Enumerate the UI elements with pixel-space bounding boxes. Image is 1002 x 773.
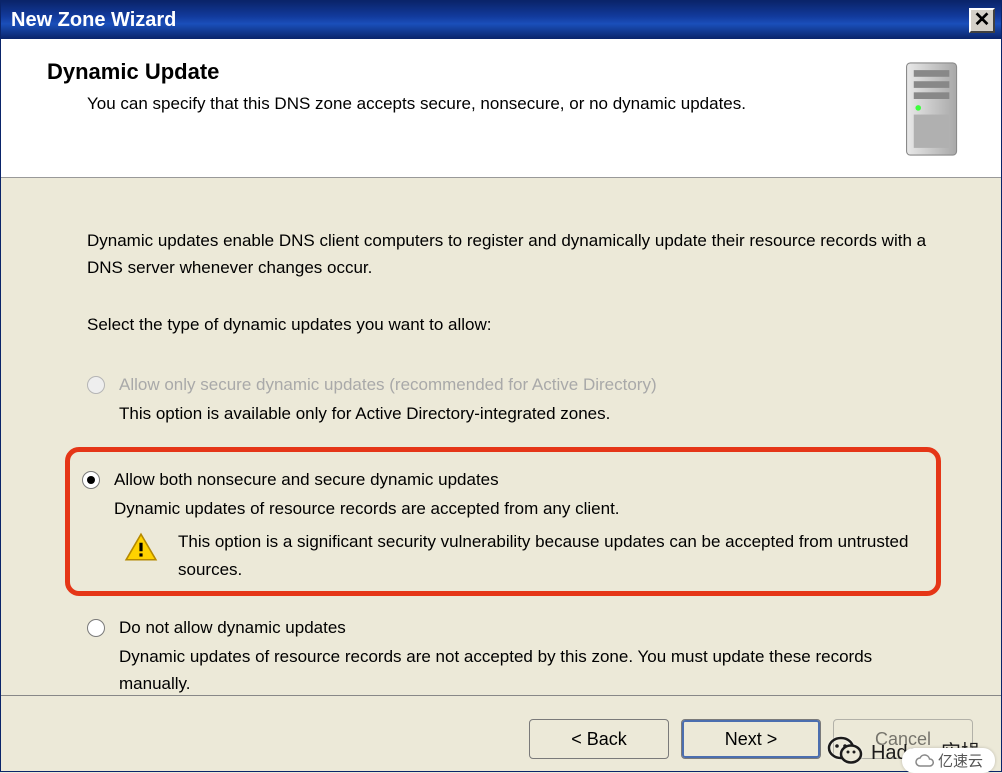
brand-badge: 亿速云 [902,748,995,773]
page-subtitle: You can specify that this DNS zone accep… [47,91,807,117]
warning-row: This option is a significant security vu… [114,528,920,582]
prompt-text: Select the type of dynamic updates you w… [87,311,941,338]
warning-icon [124,532,158,562]
back-button[interactable]: < Back [529,719,669,759]
option-none-desc: Dynamic updates of resource records are … [119,643,941,697]
option-secure: Allow only secure dynamic updates (recom… [87,367,941,447]
option-secure-label: Allow only secure dynamic updates (recom… [119,371,941,398]
wizard-header: Dynamic Update You can specify that this… [1,39,1001,178]
radio-secure [87,376,105,394]
radio-none[interactable] [87,619,105,637]
footer-divider [1,695,1001,696]
option-both-warning: This option is a significant security vu… [178,528,920,582]
close-button[interactable]: ✕ [969,8,995,33]
options-group: Allow only secure dynamic updates (recom… [87,367,941,718]
option-both-desc: Dynamic updates of resource records are … [114,495,920,522]
wizard-content: Dynamic updates enable DNS client comput… [1,178,1001,717]
highlighted-option: Allow both nonsecure and secure dynamic … [65,447,941,596]
close-icon: ✕ [974,10,991,30]
option-both-label: Allow both nonsecure and secure dynamic … [114,466,920,493]
cloud-icon [914,754,934,768]
option-none[interactable]: Do not allow dynamic updates Dynamic upd… [87,610,941,718]
next-button[interactable]: Next > [681,719,821,759]
title-bar: New Zone Wizard ✕ [1,1,1001,39]
server-icon [901,59,971,159]
option-none-label: Do not allow dynamic updates [119,614,941,641]
radio-both[interactable] [82,471,100,489]
intro-text: Dynamic updates enable DNS client comput… [87,227,941,281]
window-title: New Zone Wizard [11,9,176,32]
option-both[interactable]: Allow both nonsecure and secure dynamic … [82,462,920,583]
page-title: Dynamic Update [47,59,881,85]
option-secure-desc: This option is available only for Active… [119,400,941,427]
